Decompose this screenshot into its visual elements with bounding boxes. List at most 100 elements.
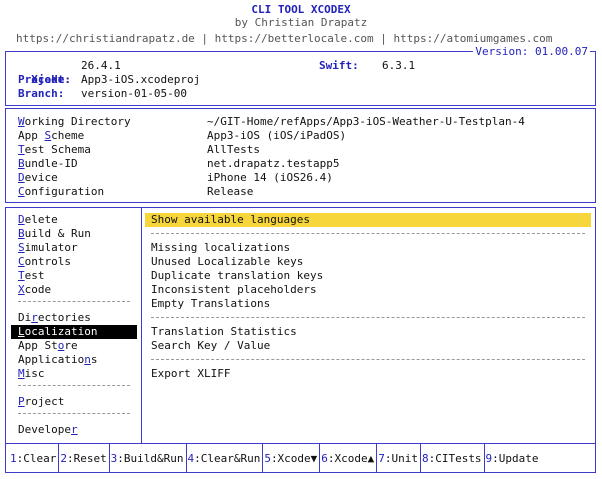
menu-item-applications[interactable]: Applications (18, 353, 97, 367)
setting-bundle-id-hotkey: B (18, 157, 25, 170)
fkey-number: 6 (321, 452, 328, 465)
fkey-divider (376, 444, 378, 472)
menu-item-directories[interactable]: Directories (18, 311, 91, 325)
fkey-divider (262, 444, 264, 472)
swift-version: 6.3.1 (382, 59, 416, 72)
setting-working-directory-hotkey: W (18, 115, 25, 128)
fkey-number: 2 (60, 452, 67, 465)
fkey-7-unit[interactable]: 7:Unit (378, 452, 418, 466)
menu-separator (18, 385, 130, 386)
menu-item-developer-hotkey: r (70, 423, 78, 436)
menu-item-xcode-hotkey: X (18, 283, 25, 296)
fkey-label: :Xcode▼ (270, 452, 318, 465)
menu-item-project-hotkey: P (18, 395, 25, 408)
action-search-key-value[interactable]: Search Key / Value (151, 339, 270, 353)
menu-item-developer[interactable]: Developer (18, 423, 78, 437)
menu-item-localization[interactable]: Localization (11, 325, 137, 339)
menu-item-project[interactable]: Project (18, 395, 64, 409)
menu-separator (18, 413, 130, 414)
menu-item-build-run-hotkey: B (18, 227, 25, 240)
menu-item-misc[interactable]: Misc (18, 367, 45, 381)
action-empty-translations[interactable]: Empty Translations (151, 297, 270, 311)
setting-test-schema-label[interactable]: Test Schema (18, 143, 91, 157)
menu-item-xcode[interactable]: Xcode (18, 283, 51, 297)
action-show-available-languages[interactable]: Show available languages (145, 213, 591, 227)
fkey-label: :Reset (66, 452, 107, 465)
setting-test-schema-hotkey: T (18, 143, 25, 156)
fkey-label: :Clear&Run (194, 452, 261, 465)
setting-app-scheme-label[interactable]: App Scheme (18, 129, 84, 143)
fkey-divider (185, 444, 187, 472)
menu-item-test-hotkey: T (18, 269, 25, 282)
menu-item-build-run[interactable]: Build & Run (18, 227, 91, 241)
setting-bundle-id-value: net.drapatz.testapp5 (207, 157, 340, 170)
fkey-label: :CITests (428, 452, 482, 465)
projekt-value: App3-iOS.xcodeproj (81, 73, 201, 86)
setting-device-value: iPhone 14 (iOS26.4) (207, 171, 333, 184)
setting-bundle-id-label[interactable]: Bundle-ID (18, 157, 78, 171)
menu-item-simulator[interactable]: Simulator (18, 241, 78, 255)
setting-device-label[interactable]: Device (18, 171, 58, 185)
menu-item-delete[interactable]: Delete (18, 213, 58, 227)
action-export-xliff[interactable]: Export XLIFF (151, 367, 230, 381)
fkey-number: 1 (10, 452, 17, 465)
menu-item-simulator-hotkey: S (18, 241, 25, 254)
menu-separator (18, 301, 130, 302)
fkey-number: 7 (378, 452, 385, 465)
action-unused-localizable-keys[interactable]: Unused Localizable keys (151, 255, 303, 269)
branch-label: Branch: (18, 87, 65, 100)
action-missing-localizations[interactable]: Missing localizations (151, 241, 290, 255)
fkey-6-xcode[interactable]: 6:Xcode▲ (321, 452, 374, 466)
fkey-4-clear-run[interactable]: 4:Clear&Run (188, 452, 261, 466)
author-links: https://christiandrapatz.de | https://be… (16, 32, 553, 45)
fkey-5-xcode[interactable]: 5:Xcode▼ (264, 452, 317, 466)
fkey-divider (319, 444, 321, 472)
menu-item-app-store[interactable]: App Store (18, 339, 78, 353)
fkey-divider (419, 444, 421, 472)
menu-item-test[interactable]: Test (18, 269, 45, 283)
menu-item-misc-hotkey: M (18, 367, 25, 380)
xcode-version: 26.4.1 (81, 59, 121, 72)
fkey-3-build-run[interactable]: 3:Build&Run (111, 452, 184, 466)
fkey-number: 5 (264, 452, 271, 465)
setting-working-directory-label[interactable]: Working Directory (18, 115, 131, 129)
setting-device-hotkey: D (18, 171, 25, 184)
fkey-label: :Unit (384, 452, 418, 465)
menu-item-controls-hotkey: C (18, 255, 25, 268)
fkey-8-citests[interactable]: 8:CITests (422, 452, 482, 466)
fkey-2-reset[interactable]: 2:Reset (60, 452, 106, 466)
setting-test-schema-value: AllTests (207, 143, 260, 156)
menu-item-localization-hotkey: L (18, 325, 25, 338)
setting-working-directory-value: ~/GIT-Home/refApps/App3-iOS-Weather-U-Te… (207, 115, 525, 128)
action-separator (151, 359, 585, 360)
fkey-divider (483, 444, 485, 472)
menu-item-controls[interactable]: Controls (18, 255, 71, 269)
fkey-label: :Xcode▲ (327, 452, 375, 465)
menu-item-delete-hotkey: D (18, 213, 25, 226)
fkey-9-update[interactable]: 9:Update (486, 452, 539, 466)
app-subtitle: by Christian Drapatz (234, 16, 368, 29)
branch-value: version-01-05-00 (81, 87, 187, 100)
setting-app-scheme-value: App3-iOS (iOS/iPadOS) (207, 129, 347, 142)
setting-configuration-label[interactable]: Configuration (18, 185, 104, 199)
version-label: Version: 01.00.07 (473, 45, 590, 58)
fkey-label: :Build&Run (117, 452, 184, 465)
setting-configuration-hotkey: C (18, 185, 25, 198)
menu-item-applications-hotkey: n (84, 353, 91, 366)
app-title: CLI TOOL XCODEX (251, 3, 351, 16)
action-duplicate-translation-keys[interactable]: Duplicate translation keys (151, 269, 323, 283)
fkey-number: 8 (421, 452, 429, 465)
projekt-label: Projekt: (18, 73, 71, 86)
setting-configuration-value: Release (207, 185, 254, 198)
fkey-1-clear[interactable]: 1:Clear (10, 452, 56, 466)
action-separator (151, 233, 585, 234)
fkey-divider (108, 444, 110, 472)
action-translation-statistics[interactable]: Translation Statistics (151, 325, 297, 339)
fkey-label: :Update (492, 452, 539, 465)
swift-label: Swift: (319, 59, 359, 72)
action-inconsistent-placeholders[interactable]: Inconsistent placeholders (151, 283, 317, 297)
fkey-divider (58, 444, 60, 472)
action-separator (151, 317, 585, 318)
fkey-label: :Clear (16, 452, 57, 465)
menu-item-directories-hotkey: r (31, 311, 38, 324)
